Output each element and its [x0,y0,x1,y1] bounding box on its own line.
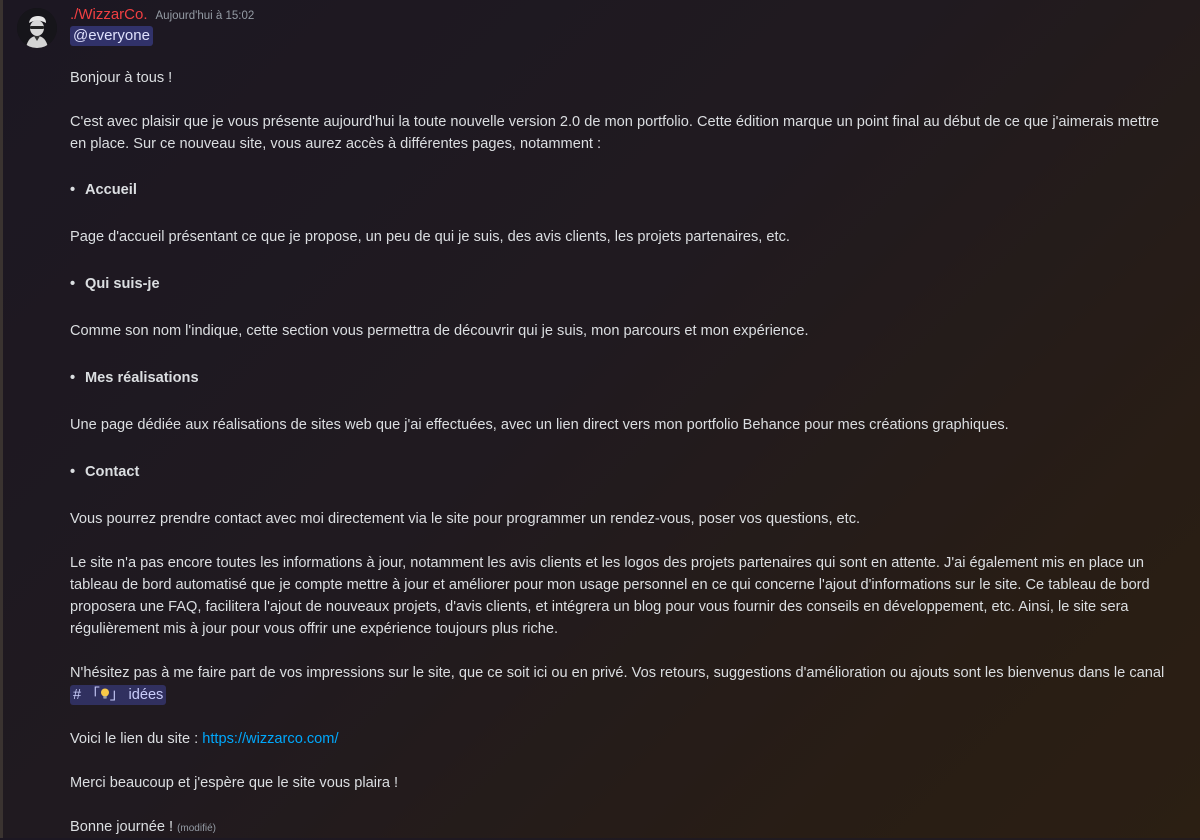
section-description: Une page dédiée aux réalisations de site… [70,417,1009,433]
avatar[interactable] [17,8,57,48]
section-title: Qui suis-je [85,276,160,292]
channel-mention-idees[interactable]: # 「」 idées [70,685,167,705]
message-header: ./WizzarCo. Aujourd'hui à 15:02 [70,6,1170,26]
thanks-text: Merci beaucoup et j'espère que le site v… [70,775,399,791]
message-timestamp[interactable]: Aujourd'hui à 15:02 [156,10,255,22]
channel-hash-icon: # [73,687,82,703]
feedback-paragraph: N'hésitez pas à me faire part de vos imp… [70,662,1170,706]
lightbulb-icon [100,688,109,699]
bullet-item: • Mes réalisations [70,367,1170,389]
bullet-item: • Contact [70,461,1170,483]
link-line: Voici le lien du site : https://wizzarco… [70,728,1170,750]
link-label: Voici le lien du site : [70,731,199,747]
bullet-marker: • [70,276,76,292]
avatar-icon [17,8,57,48]
channel-close-bracket: 」 [109,687,125,703]
intro-paragraph: C'est avec plaisir que je vous présente … [70,114,1159,152]
mention-highlight-rule [0,0,3,838]
section-description: Page d'accueil présentant ce que je prop… [70,229,790,245]
section-title: Mes réalisations [85,370,199,386]
bullet-item: • Qui suis-je [70,273,1170,295]
greeting-text: Bonjour à tous ! [70,70,173,86]
bullet-marker: • [70,464,76,480]
section-description: Vous pourrez prendre contact avec moi di… [70,511,861,527]
section-description: Comme son nom l'indique, cette section v… [70,323,809,339]
signoff-line: Bonne journée ! (modifié) [70,816,1170,840]
bullet-item: • Accueil [70,179,1170,201]
everyone-mention[interactable]: @everyone [70,26,153,46]
channel-name: idées [128,687,164,703]
bullet-marker: • [70,370,76,386]
edited-label: (modifié) [177,823,216,834]
section-title: Contact [85,464,140,480]
author-name[interactable]: ./WizzarCo. [70,6,148,23]
channel-open-bracket: 「 [85,687,100,703]
chat-message: ./WizzarCo. Aujourd'hui à 15:02 @everyon… [0,0,1200,838]
status-paragraph: Le site n'a pas encore toutes les inform… [70,555,1150,637]
bullet-marker: • [70,182,76,198]
signoff-text: Bonne journée ! [70,819,174,835]
feedback-text: N'hésitez pas à me faire part de vos imp… [70,665,1165,681]
section-title: Accueil [85,182,137,198]
message-content: ./WizzarCo. Aujourd'hui à 15:02 @everyon… [70,6,1170,840]
site-link[interactable]: https://wizzarco.com/ [202,731,338,747]
